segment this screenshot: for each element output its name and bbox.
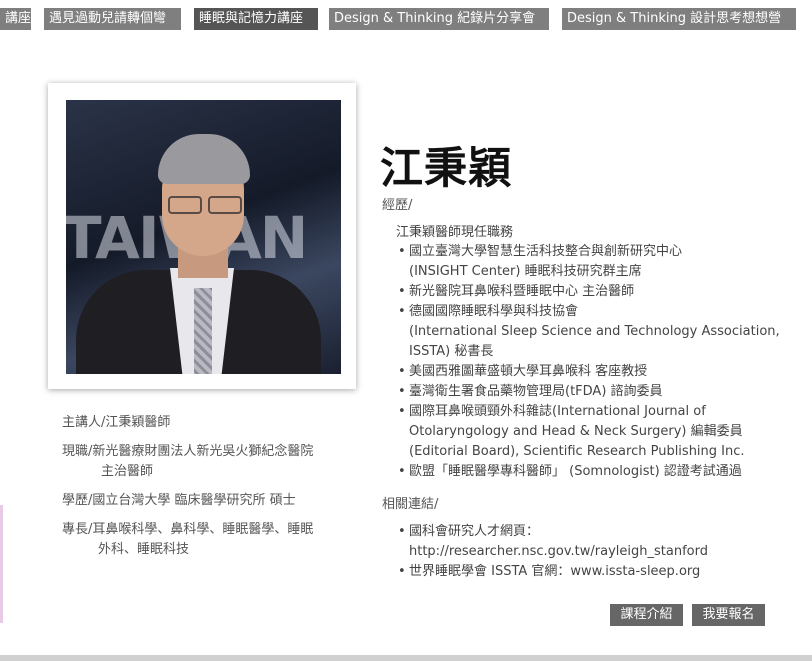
top-nav: 講座 遇見過動兒請轉個彎 睡眠與記憶力講座 Design & Thinking … [0, 8, 812, 30]
course-intro-button[interactable]: 課程介紹 [610, 604, 683, 626]
speaker-bio: 主講人/ 江秉穎醫師 現職/新光醫療財團法人新光吳火獅紀念醫院 主治醫師 學歷/… [62, 413, 352, 569]
career-label: 經歷/ [382, 198, 413, 213]
tab-adhd[interactable]: 遇見過動兒請轉個彎 [44, 8, 181, 30]
bio-current-label: 現職/ [62, 444, 93, 459]
bio-education-label: 學歷/ [62, 493, 93, 508]
tab-sleep-memory[interactable]: 睡眠與記憶力講座 [194, 8, 318, 30]
bio-specialty: 專長/耳鼻喉科學、鼻科學、睡眠醫學、睡眠 外科、睡眠科技 [62, 520, 352, 560]
links-list: • 國科會研究人才網頁： http://researcher.nsc.gov.t… [396, 522, 796, 582]
tab-design-thinking-camp[interactable]: Design & Thinking 設計思考想想營 [562, 8, 796, 30]
bio-specialty-label: 專長/ [62, 522, 93, 537]
list-item: • 新光醫院耳鼻喉科暨睡眠中心 主治醫師 [398, 284, 635, 299]
bio-current: 現職/新光醫療財團法人新光吳火獅紀念醫院 主治醫師 [62, 442, 352, 482]
speaker-photo: TAIWAN [66, 100, 341, 374]
researcher-link: http://researcher.nsc.gov.tw/rayleigh_st… [409, 544, 708, 559]
tab-design-thinking-film[interactable]: Design & Thinking 紀錄片分享會 [329, 8, 549, 30]
issta-link: 世界睡眠學會 ISSTA 官網：www.issta-sleep.org [409, 564, 701, 579]
bio-education-value: 國立台灣大學 臨床醫學研究所 碩士 [92, 493, 296, 508]
bio-current-line2: 主治醫師 [101, 464, 154, 479]
career-list: • 國立臺灣大學智慧生活科技整合與創新研究中心 (INSIGHT Center)… [396, 242, 796, 482]
left-edge-strip [0, 505, 3, 623]
list-item: • 國立臺灣大學智慧生活科技整合與創新研究中心 (INSIGHT Center)… [398, 244, 683, 279]
register-button[interactable]: 我要報名 [692, 604, 765, 626]
bio-education: 學歷/ 國立台灣大學 臨床醫學研究所 碩士 [62, 491, 352, 511]
bio-speaker-value: 江秉穎醫師 [105, 415, 171, 430]
tab-lecture[interactable]: 講座 [0, 8, 31, 30]
list-item: • 歐盟「睡眠醫學專科醫師」 (Somnologist) 認證考試通過 [398, 464, 742, 479]
list-item: • 美國西雅圖華盛頓大學耳鼻喉科 客座教授 [398, 364, 648, 379]
list-item[interactable]: • 國科會研究人才網頁： http://researcher.nsc.gov.t… [396, 522, 796, 562]
bio-specialty-line2: 外科、睡眠科技 [98, 542, 190, 557]
bio-speaker: 主講人/ 江秉穎醫師 [62, 413, 352, 433]
bio-speaker-label: 主講人/ [62, 415, 106, 430]
bio-specialty-line1: 耳鼻喉科學、鼻科學、睡眠醫學、睡眠 [92, 522, 314, 537]
career-heading: 江秉穎醫師現任職務 [396, 225, 514, 240]
speaker-photo-card: TAIWAN [48, 83, 356, 389]
photo-tie [194, 288, 212, 374]
list-item: • 國際耳鼻喉頭頸外科雜誌(International Journal of O… [398, 404, 745, 459]
list-item: • 臺灣衛生署食品藥物管理局(tFDA) 諮詢委員 [398, 384, 663, 399]
list-item[interactable]: • 世界睡眠學會 ISSTA 官網：www.issta-sleep.org [396, 562, 796, 582]
bottom-bar [0, 655, 812, 661]
bio-current-line1: 新光醫療財團法人新光吳火獅紀念醫院 [92, 444, 314, 459]
list-item: • 德國國際睡眠科學與科技協會 (International Sleep Sci… [398, 304, 780, 359]
links-label: 相關連結/ [382, 497, 439, 512]
photo-glasses [166, 196, 242, 214]
speaker-name: 江秉穎 [380, 144, 512, 194]
